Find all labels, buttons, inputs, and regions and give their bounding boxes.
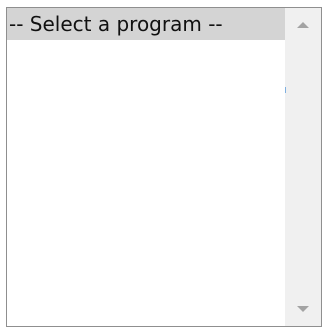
program-option[interactable]: -- Select a program -- [7, 8, 285, 40]
stray-pixel-mark [285, 87, 286, 93]
scroll-up-button[interactable] [285, 8, 321, 42]
triangle-up-icon [297, 22, 309, 28]
program-listbox[interactable]: -- Select a program -- [6, 7, 322, 327]
listbox-options: -- Select a program -- [7, 8, 285, 326]
triangle-down-icon [297, 306, 309, 312]
vertical-scrollbar[interactable] [285, 8, 321, 326]
scroll-down-button[interactable] [285, 292, 321, 326]
